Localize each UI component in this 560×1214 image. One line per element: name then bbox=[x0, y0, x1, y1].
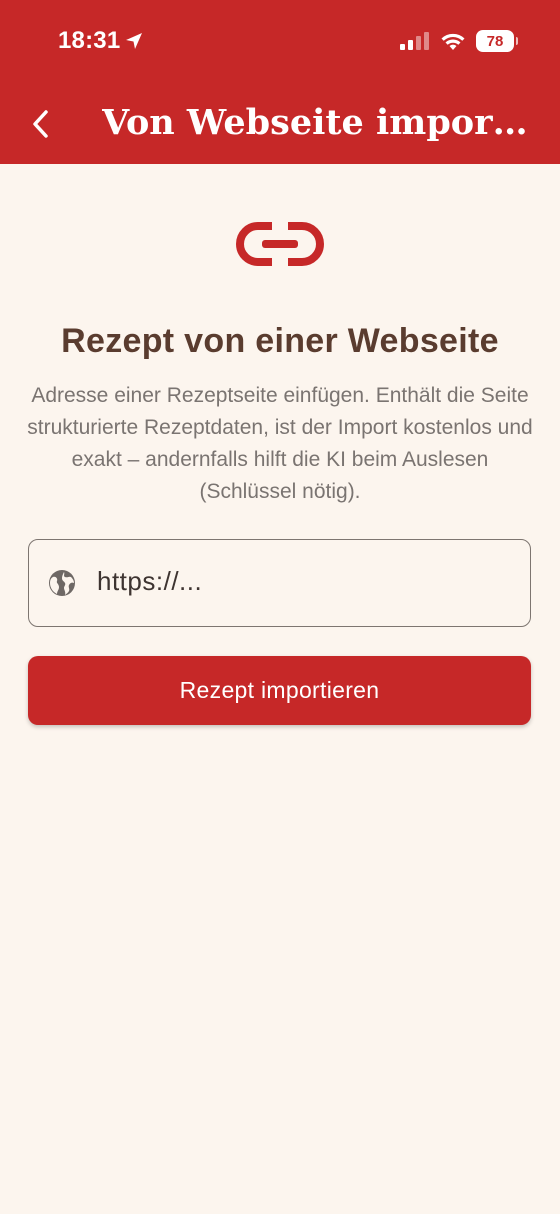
app-bar: Von Webseite importieren bbox=[0, 86, 560, 164]
cellular-signal-icon bbox=[400, 32, 429, 50]
status-bar: 18:31 78 bbox=[0, 0, 560, 86]
globe-icon bbox=[49, 570, 75, 596]
wifi-icon bbox=[441, 33, 465, 50]
battery-indicator: 78 bbox=[476, 30, 518, 52]
description-text: Adresse einer Rezeptseite einfügen. Enth… bbox=[27, 384, 533, 503]
chevron-left-icon bbox=[33, 110, 48, 138]
import-recipe-button[interactable]: Rezept importieren bbox=[28, 656, 531, 725]
link-icon bbox=[236, 222, 324, 266]
section-heading: Rezept von einer Webseite bbox=[61, 322, 499, 360]
url-input[interactable]: https://... bbox=[28, 539, 531, 627]
battery-level: 78 bbox=[486, 32, 504, 50]
status-time-label: 18:31 bbox=[58, 27, 121, 54]
top-bar: 18:31 78 Von Webseite importie bbox=[0, 0, 560, 164]
status-indicators: 78 bbox=[400, 30, 518, 52]
back-button[interactable] bbox=[24, 104, 58, 144]
status-time: 18:31 bbox=[58, 27, 144, 55]
location-arrow-icon bbox=[126, 33, 143, 49]
page-title: Von Webseite importieren bbox=[102, 102, 542, 143]
url-input-placeholder: https://... bbox=[97, 566, 203, 596]
